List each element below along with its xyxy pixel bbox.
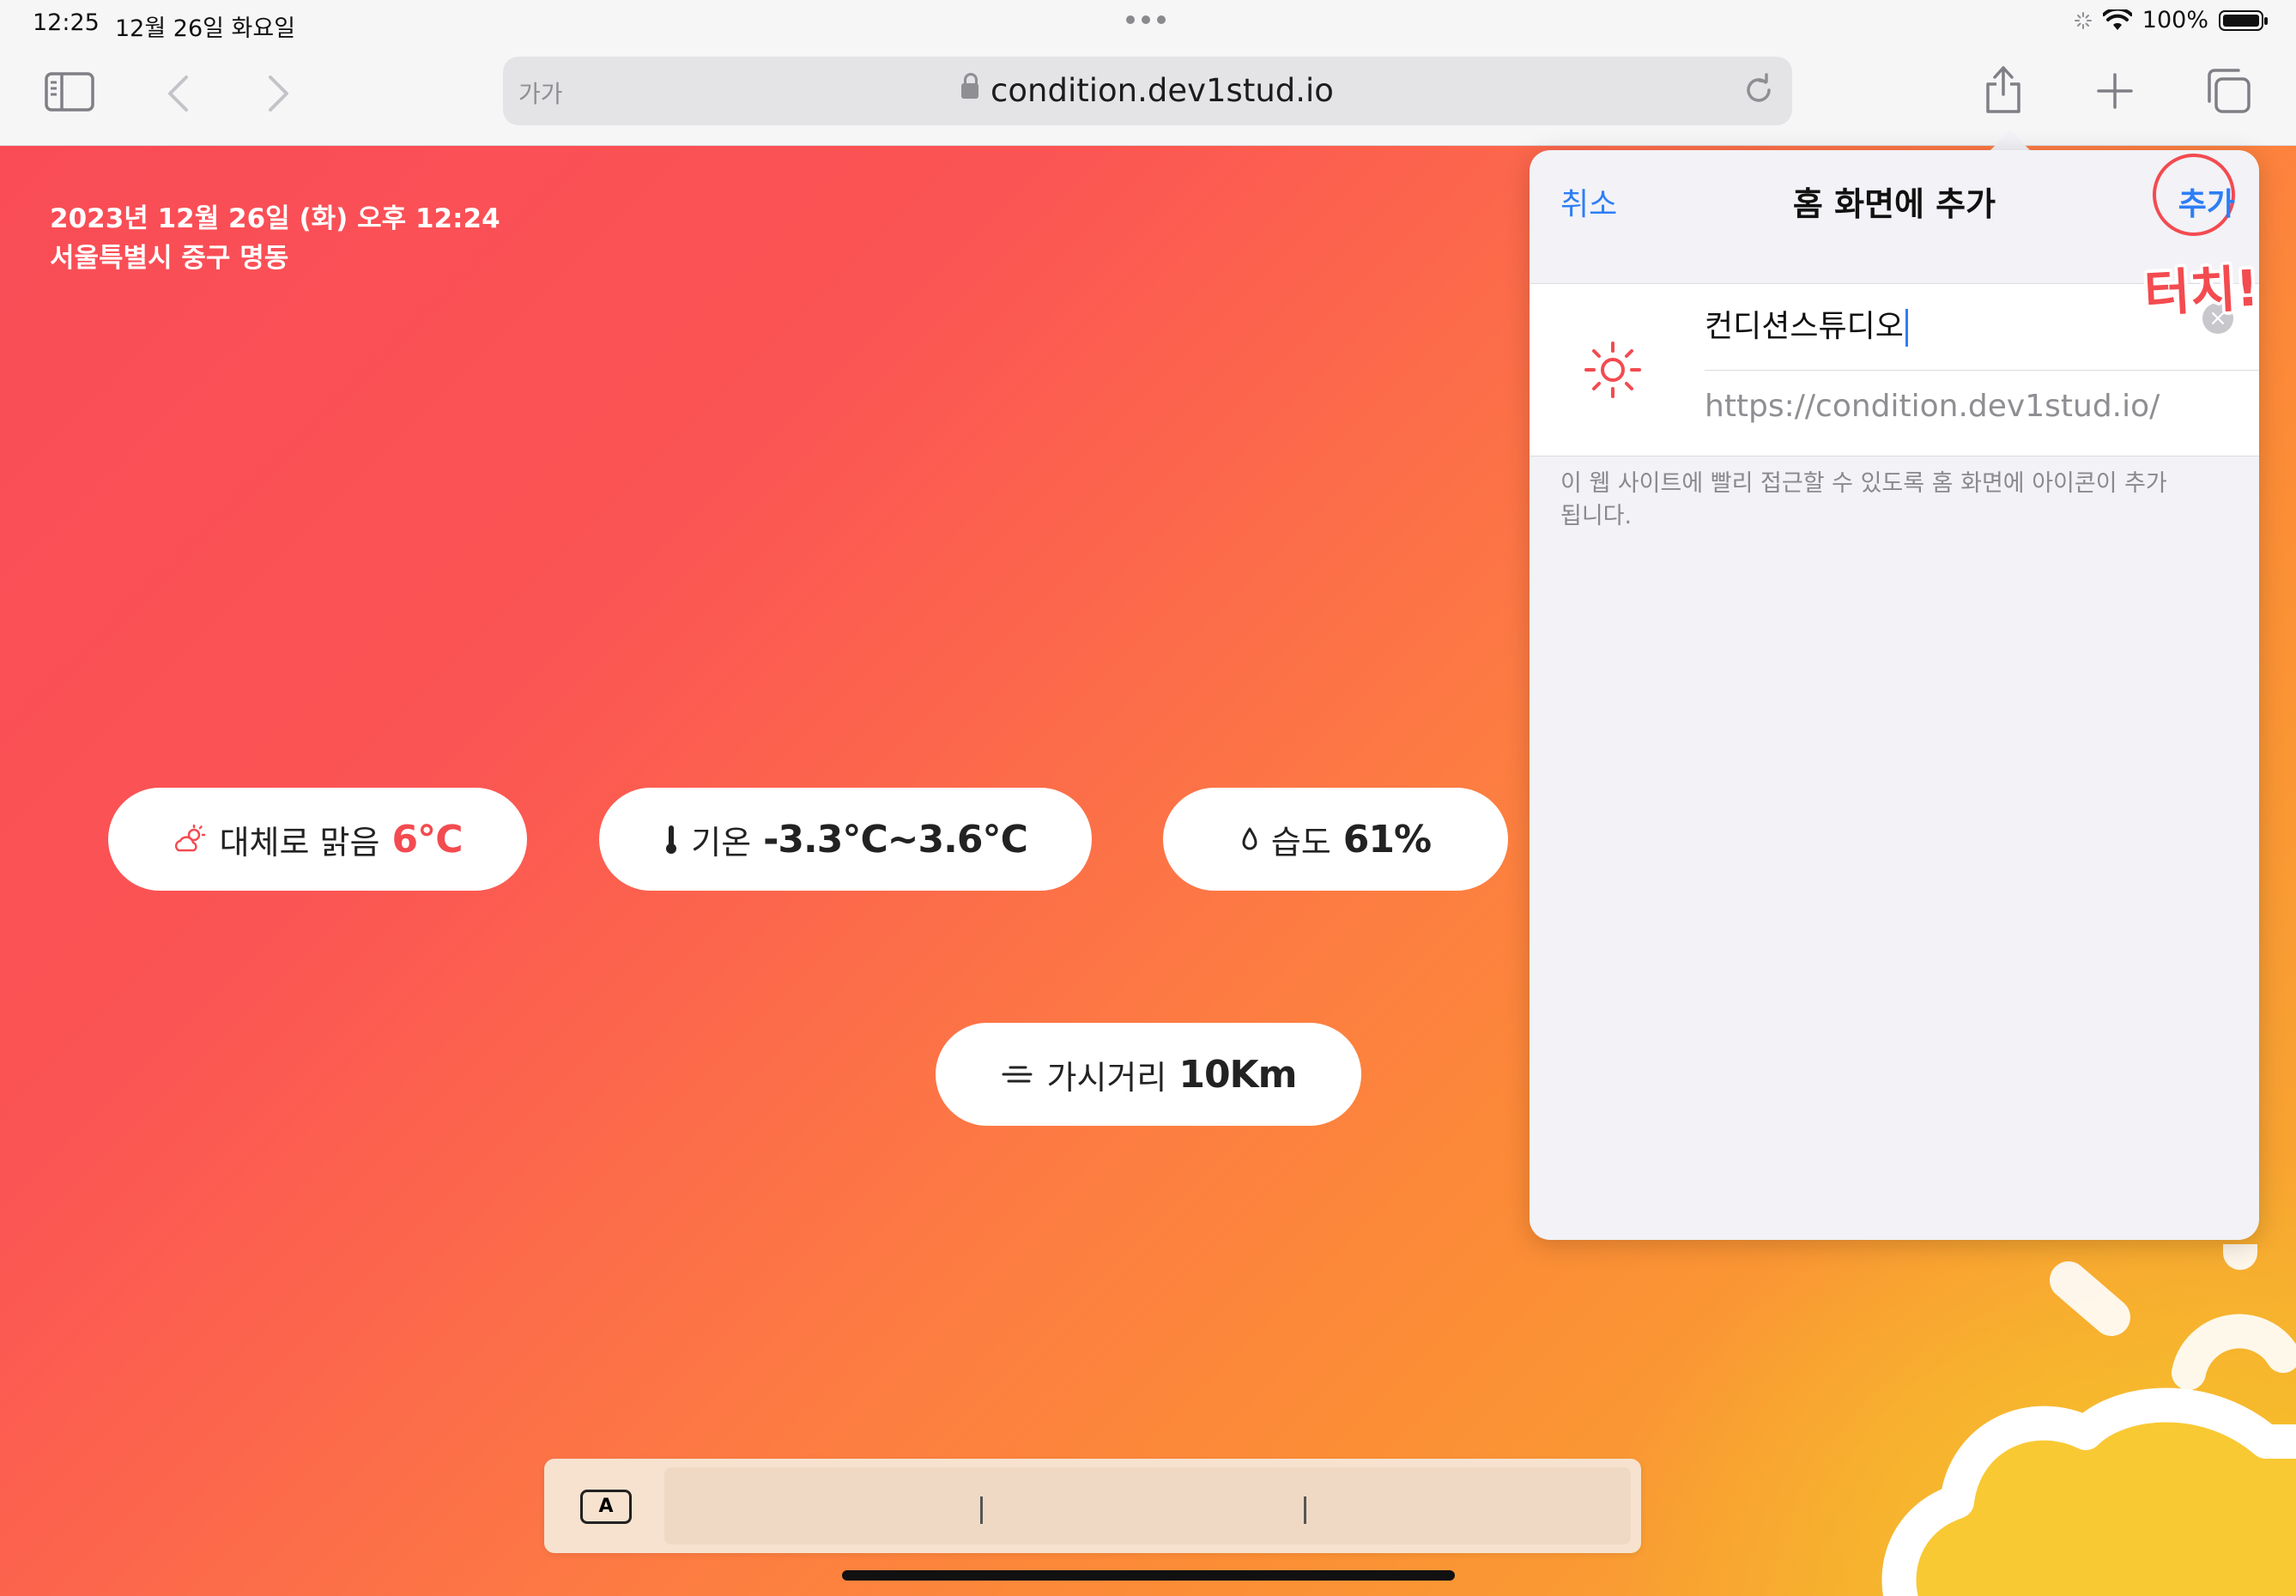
share-icon[interactable] [1983, 63, 2024, 115]
multitasking-dots[interactable] [1126, 15, 1166, 24]
url-display[interactable]: condition.dev1stud.io [503, 72, 1792, 109]
visibility-pill: 가시거리 10Km [936, 1023, 1361, 1126]
weather-pill: 대체로 맑음 6℃ [108, 788, 527, 891]
temperature-label: 기온 [691, 823, 752, 861]
humidity-pill: 습도 61% [1163, 788, 1508, 891]
wifi-icon [2102, 9, 2132, 30]
divider [980, 1496, 983, 1524]
url-text: condition.dev1stud.io [990, 72, 1334, 109]
app-name-text: 컨디션스튜디오 [1705, 309, 1904, 344]
reload-icon[interactable] [1741, 72, 1777, 108]
sheet-title: 홈 화면에 추가 [1792, 185, 1996, 223]
visibility-value: 10Km [1178, 1052, 1297, 1097]
battery-icon [2219, 9, 2268, 31]
app-name-input[interactable]: 컨디션스튜디오 [1705, 301, 1908, 347]
touch-annotation: 터치! [2142, 258, 2261, 323]
divider [1705, 370, 2259, 371]
page-header: 2023년 12월 26일 (화) 오후 12:24 서울특별시 중구 명동 [50, 199, 500, 278]
battery-percent: 100% [2142, 7, 2208, 33]
humidity-value: 61% [1342, 817, 1432, 861]
browser-toolbar: 가가 condition.dev1stud.io [0, 48, 2296, 146]
humidity-label: 습도 [1270, 823, 1331, 861]
location-text: 서울특별시 중구 명동 [50, 243, 289, 274]
droplet-icon [1242, 827, 1257, 850]
datetime-text: 2023년 12월 26일 (화) 오후 12:24 [50, 203, 500, 234]
weather-label: 대체로 맑음 [219, 823, 380, 861]
temperature-value: -3.3℃~3.6℃ [763, 817, 1028, 861]
status-time: 12:25 [33, 9, 100, 36]
lock-icon [961, 73, 979, 99]
status-date: 12월 26일 화요일 [115, 15, 296, 42]
keyboard-shortcut-bar: A [544, 1459, 1641, 1553]
address-bar[interactable]: 가가 condition.dev1stud.io [503, 57, 1792, 125]
home-indicator[interactable] [842, 1570, 1455, 1581]
weather-value: 6℃ [391, 817, 463, 861]
add-button[interactable]: 추가 [2178, 179, 2235, 224]
activity-icon [2074, 11, 2092, 29]
sidebar-icon[interactable] [45, 72, 94, 112]
tabs-icon[interactable] [2204, 67, 2252, 115]
sheet-description: 이 웹 사이트에 빨리 접근할 수 있도록 홈 화면에 아이콘이 추가됩니다. [1560, 470, 2167, 529]
predictive-text-field[interactable] [664, 1467, 1631, 1545]
plus-icon[interactable] [2096, 72, 2134, 110]
temperature-pill: 기온 -3.3℃~3.6℃ [599, 788, 1092, 891]
divider [1304, 1496, 1306, 1524]
fog-icon [1002, 1066, 1033, 1083]
cloud-illustration [1881, 1244, 2296, 1596]
sun-icon [1584, 342, 1641, 398]
thermometer-icon [666, 825, 677, 854]
partly-cloudy-icon [174, 825, 205, 852]
visibility-label: 가시거리 [1046, 1058, 1167, 1097]
text-cursor [1905, 309, 1908, 347]
text-format-key[interactable]: A [580, 1490, 632, 1524]
status-indicators: 100% [2074, 7, 2268, 33]
chevron-left-icon[interactable] [166, 74, 190, 113]
app-url: https://condition.dev1stud.io/ [1705, 389, 2160, 424]
status-bar: 12:25 12월 26일 화요일 100% [0, 0, 2296, 48]
chevron-right-icon[interactable] [267, 74, 291, 113]
